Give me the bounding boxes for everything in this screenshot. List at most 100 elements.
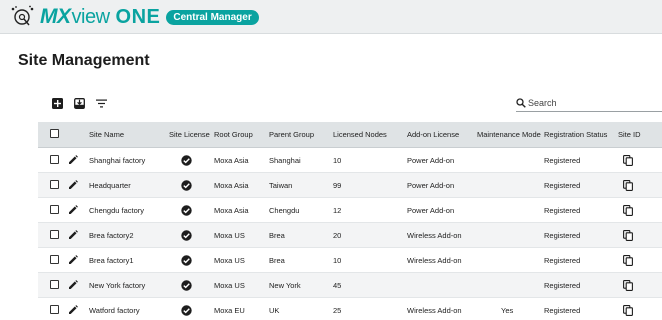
col-registration-status[interactable]: Registration Status <box>544 130 618 139</box>
root-group: Moxa Asia <box>214 155 249 165</box>
page-title: Site Management <box>18 52 150 69</box>
table-row[interactable]: Brea factory2 Moxa US Brea 20 Wireless Add-o… <box>38 223 662 248</box>
filter-icon[interactable] <box>94 96 108 110</box>
licensed-nodes: 99 <box>333 180 342 190</box>
brand-one: ONE <box>115 5 161 28</box>
col-site-license[interactable]: Site License <box>169 130 214 139</box>
site-table: Site Name Site License Root Group Parent… <box>38 122 662 320</box>
col-parent-group[interactable]: Parent Group <box>269 130 333 139</box>
row-checkbox[interactable] <box>50 179 59 189</box>
table-row[interactable]: Watford factory Moxa EU UK 25 Wireless Add-o… <box>38 298 662 320</box>
check-circle-icon <box>181 279 192 291</box>
row-checkbox[interactable] <box>50 254 59 264</box>
row-checkbox[interactable] <box>50 154 59 164</box>
parent-group: Chengdu <box>269 205 300 215</box>
edit-icon[interactable] <box>68 255 78 265</box>
check-circle-icon <box>181 229 192 241</box>
copy-icon[interactable] <box>623 279 633 291</box>
addon-license: Wireless Add-on <box>407 305 462 315</box>
site-name: Chengdu factory <box>89 205 145 215</box>
check-circle-icon <box>181 154 192 166</box>
add-icon[interactable] <box>50 96 64 110</box>
copy-icon[interactable] <box>623 304 633 316</box>
table-row[interactable]: New York factory Moxa US New York 45 Registe… <box>38 273 662 298</box>
licensed-nodes: 12 <box>333 205 342 215</box>
site-id-cell <box>618 229 658 241</box>
registration-status: Registered <box>544 180 581 190</box>
site-name: Brea factory1 <box>89 255 134 265</box>
table-row[interactable]: Brea factory1 Moxa US Brea 10 Wireless Add-o… <box>38 248 662 273</box>
site-license-cell <box>169 204 214 216</box>
edit-icon[interactable] <box>68 230 78 240</box>
table-row[interactable]: Headquarter Moxa Asia Taiwan 99 Power Add-on… <box>38 173 662 198</box>
copy-icon[interactable] <box>623 204 633 216</box>
site-id-cell <box>618 204 658 216</box>
row-checkbox[interactable] <box>50 204 59 214</box>
root-group: Moxa Asia <box>214 205 249 215</box>
registration-status: Registered <box>544 255 581 265</box>
table-row[interactable]: Chengdu factory Moxa Asia Chengdu 12 Power A… <box>38 198 662 223</box>
col-addon-license[interactable]: Add-on License <box>407 130 477 139</box>
check-circle-icon <box>181 304 192 316</box>
copy-icon[interactable] <box>623 229 633 241</box>
row-checkbox[interactable] <box>50 229 59 239</box>
maintenance-mode: Yes <box>501 305 514 315</box>
col-site-name[interactable]: Site Name <box>89 130 169 139</box>
row-checkbox[interactable] <box>50 304 59 314</box>
copy-icon[interactable] <box>623 154 633 166</box>
edit-cell <box>68 230 89 240</box>
edit-icon[interactable] <box>68 305 78 315</box>
site-name: Shanghai factory <box>89 155 146 165</box>
check-circle-icon <box>181 179 192 191</box>
import-icon[interactable] <box>72 96 86 110</box>
table-row[interactable]: Shanghai factory Moxa Asia Shanghai 10 Power… <box>38 148 662 173</box>
col-site-id[interactable]: Site ID <box>618 130 658 139</box>
col-licensed-nodes[interactable]: Licensed Nodes <box>333 130 407 139</box>
col-maintenance-mode[interactable]: Maintenance Mode <box>477 130 544 139</box>
edit-cell <box>68 280 89 290</box>
check-circle-icon <box>181 254 192 266</box>
row-select-cell <box>38 254 68 266</box>
row-select-cell <box>38 304 68 316</box>
col-root-group[interactable]: Root Group <box>214 130 269 139</box>
table-toolbar <box>50 96 108 110</box>
select-all-cell <box>38 129 68 140</box>
row-checkbox[interactable] <box>50 279 59 289</box>
site-id-cell <box>618 304 658 316</box>
edit-icon[interactable] <box>68 180 78 190</box>
site-license-cell <box>169 229 214 241</box>
site-id-cell <box>618 254 658 266</box>
site-license-cell <box>169 179 214 191</box>
copy-icon[interactable] <box>623 179 633 191</box>
registration-status: Registered <box>544 205 581 215</box>
edit-icon[interactable] <box>68 280 78 290</box>
table-header: Site Name Site License Root Group Parent… <box>38 122 662 148</box>
table-body: Shanghai factory Moxa Asia Shanghai 10 Power… <box>38 148 662 320</box>
addon-license: Power Add-on <box>407 205 455 215</box>
copy-icon[interactable] <box>623 254 633 266</box>
row-select-cell <box>38 229 68 241</box>
licensed-nodes: 25 <box>333 305 342 315</box>
row-select-cell <box>38 279 68 291</box>
registration-status: Registered <box>544 155 581 165</box>
addon-license: Wireless Add-on <box>407 255 462 265</box>
site-name: New York factory <box>89 280 146 290</box>
site-license-cell <box>169 254 214 266</box>
site-name: Brea factory2 <box>89 230 134 240</box>
edit-cell <box>68 205 89 215</box>
site-id-cell <box>618 179 658 191</box>
select-all-checkbox[interactable] <box>50 129 59 138</box>
edit-icon[interactable] <box>68 205 78 215</box>
root-group: Moxa EU <box>214 305 245 315</box>
edit-cell <box>68 255 89 265</box>
row-select-cell <box>38 179 68 191</box>
edit-icon[interactable] <box>68 155 78 165</box>
search-input[interactable] <box>528 97 648 108</box>
root-group: Moxa US <box>214 280 245 290</box>
licensed-nodes: 20 <box>333 230 342 240</box>
root-group: Moxa Asia <box>214 180 249 190</box>
addon-license: Wireless Add-on <box>407 230 462 240</box>
addon-license: Power Add-on <box>407 180 455 190</box>
row-select-cell <box>38 154 68 166</box>
central-manager-badge: Central Manager <box>166 9 259 25</box>
